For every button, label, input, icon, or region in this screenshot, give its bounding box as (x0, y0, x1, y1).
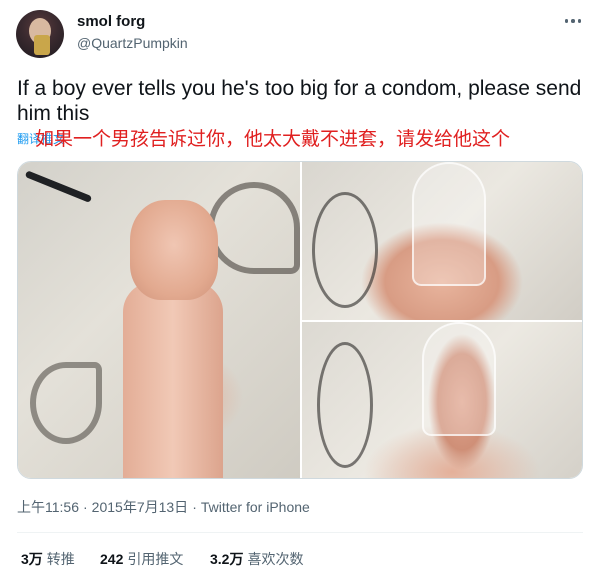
divider (17, 532, 583, 533)
fabric-pattern (208, 182, 300, 274)
tweet-time[interactable]: 上午11:56 (17, 499, 79, 515)
retweets-label: 转推 (46, 551, 75, 567)
likes-count: 3.2万 (210, 551, 244, 567)
tweet-source[interactable]: Twitter for iPhone (201, 499, 310, 515)
pen (24, 170, 93, 203)
retweets-count: 3万 (21, 551, 43, 567)
photo-2[interactable] (302, 162, 582, 320)
photo-1[interactable] (18, 162, 300, 478)
more-dot (577, 19, 582, 23)
avatar[interactable] (16, 10, 64, 58)
tweet-stats: 3万 转推 242 引用推文 3.2万 喜欢次数 (21, 549, 303, 569)
separator: · (83, 499, 88, 515)
media-grid (17, 161, 583, 479)
cable (312, 192, 378, 308)
likes-label: 喜欢次数 (247, 551, 304, 567)
cable (317, 342, 373, 468)
avatar-cup (34, 35, 50, 55)
more-dot (564, 19, 569, 23)
quotes-count: 242 (100, 551, 124, 567)
separator: · (192, 499, 197, 515)
tweet-text: If a boy ever tells you he's too big for… (17, 77, 582, 125)
likes-stat[interactable]: 3.2万 喜欢次数 (210, 549, 303, 569)
fabric-pattern (30, 362, 102, 444)
arm (123, 282, 223, 478)
translation-overlay: 如果一个男孩告诉过你，他太大戴不进套，请发给他这个 (35, 129, 511, 150)
more-dot (571, 19, 575, 23)
fist (130, 200, 218, 300)
photo-3[interactable] (302, 322, 582, 478)
quotes-label: 引用推文 (127, 551, 184, 567)
more-options-icon[interactable] (562, 10, 584, 32)
condom (412, 162, 486, 286)
quotes-stat[interactable]: 242 引用推文 (100, 549, 210, 569)
tweet-date[interactable]: 2015年7月13日 (92, 499, 189, 515)
condom (422, 322, 496, 436)
tweet-timestamp[interactable]: 上午11:56 · 2015年7月13日 · Twitter for iPhone (17, 497, 310, 517)
author-handle[interactable]: @QuartzPumpkin (77, 35, 188, 51)
retweets-stat[interactable]: 3万 转推 (21, 549, 100, 569)
author-display-name[interactable]: smol forg (77, 13, 145, 30)
